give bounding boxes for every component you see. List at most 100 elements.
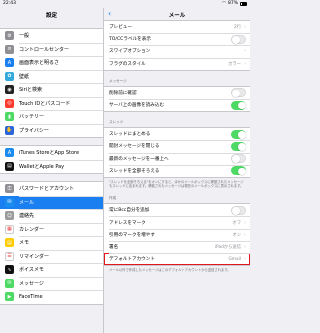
sidebar-item-label: プライバシー	[19, 127, 49, 134]
settings-row[interactable]: サーバ上の画像を読み込む	[104, 98, 250, 111]
voicememo-icon: ∿	[5, 265, 14, 275]
sidebar-item-label: リマインダー	[19, 253, 50, 260]
sidebar-item-label: メッセージ	[19, 280, 44, 287]
settings-row[interactable]: 開封メッセージを閉じる	[104, 140, 250, 152]
row-label: TO/CCラベルを表示	[109, 37, 151, 43]
siri-icon: ◉	[5, 85, 14, 95]
section-header-messages: メッセージ	[109, 78, 127, 83]
sidebar-item[interactable]: ◉ Siriと検索	[0, 83, 103, 97]
fingerprint-icon: ◎	[5, 98, 14, 108]
row-label: 引用のマークを増やす	[109, 232, 155, 238]
sidebar-item[interactable]: ▶ FaceTime	[0, 290, 103, 304]
sidebar-item[interactable]: ☺ 連絡先	[0, 209, 103, 223]
chevron-right-icon: ›	[244, 48, 246, 55]
settings-row[interactable]: TO/CCラベルを表示	[104, 33, 250, 45]
toggle-switch[interactable]	[231, 166, 246, 176]
row-label: スレッドを全部そろえる	[109, 168, 160, 174]
sidebar-item[interactable]: AiTunes StoreとApp Store	[0, 146, 103, 160]
chevron-right-icon: ›	[244, 231, 246, 238]
sidebar-item[interactable]: ▤ WalletとApple Pay	[0, 159, 103, 174]
sidebar-item[interactable]: ≡ コントロールセンター	[0, 42, 103, 57]
sidebar-item-label: コントロールセンター	[19, 46, 70, 53]
battery-percent: 87%	[227, 1, 238, 6]
sidebar-item-label: 壁紙	[19, 73, 30, 80]
settings-row[interactable]: 削除前に確認	[104, 87, 250, 99]
row-label: スレッドにまとめる	[109, 132, 151, 138]
sidebar-item-label: ボイスメモ	[19, 267, 44, 274]
sidebar-item[interactable]: ✉ メール	[0, 195, 103, 209]
sidebar-groups: ⚙ 一般 ≡ コントロールセンター A 画面表示と明るさ ✿ 壁紙 ◉ Siriと検索 ◎ Touch…	[0, 28, 103, 305]
sidebar-title: 設定	[45, 13, 57, 19]
settings-row[interactable]: 署名 iPadから送信 ›	[104, 240, 250, 253]
sidebar-item-label: 連絡先	[19, 213, 35, 220]
aa-icon: A	[5, 58, 14, 68]
section-header-threads: スレッド	[109, 120, 124, 125]
contacts-icon: ☺	[5, 211, 14, 221]
sidebar-item[interactable]: A 画面表示と明るさ	[0, 56, 103, 70]
settings-row[interactable]: フラグのスタイル カラー ›	[104, 57, 250, 70]
sidebar-item[interactable]: ▤ メモ	[0, 236, 103, 250]
sidebar-item[interactable]: ⚙ 一般	[0, 29, 103, 43]
toggle-switch[interactable]	[231, 100, 246, 110]
sidebar-item[interactable]: ▦ カレンダー	[0, 222, 103, 237]
group-view: プレビュー 2行 › TO/CCラベルを表示 スワイプオプション › フラグのスタイル カラー…	[104, 20, 250, 71]
settings-row[interactable]: 引用のマークを増やす オン ›	[104, 228, 250, 241]
gear-icon: ⚙	[5, 31, 14, 41]
row-value: iPadから送信	[214, 244, 241, 250]
toggle-switch[interactable]	[231, 34, 246, 44]
sidebar-item-label: カレンダー	[19, 226, 45, 233]
mail-settings-pane: ‹ メール プレビュー 2行 › TO/CCラベルを表示 スワイプオプション › フラグのス…	[104, 8, 250, 333]
settings-row[interactable]: 常にBcc自分を追加	[104, 204, 250, 216]
toggle-switch[interactable]	[231, 88, 246, 98]
toggle-switch[interactable]	[231, 205, 246, 215]
row-label: 最新のメッセージを一番上へ	[109, 156, 169, 162]
row-label: 署名	[109, 244, 119, 250]
settings-row[interactable]: スレッドにまとめる	[104, 128, 250, 140]
row-label: 常にBcc自分を追加	[109, 208, 150, 214]
settings-sidebar: 設定 ⚙ 一般 ≡ コントロールセンター A 画面表示と明るさ ✿ 壁紙 ◉ Siriと検索 ◎ To…	[0, 8, 104, 333]
wifi-icon: ◠	[222, 1, 226, 6]
toggle-switch[interactable]	[231, 141, 246, 151]
settings-row[interactable]: 最新のメッセージを一番上へ	[104, 152, 250, 165]
sidebar-group: ⚙ 一般 ≡ コントロールセンター A 画面表示と明るさ ✿ 壁紙 ◉ Siriと検索 ◎ Touch…	[0, 28, 103, 138]
default-account-row[interactable]: デフォルトアカウント Gmail ›	[104, 253, 250, 266]
section-header-compose: 作成	[109, 196, 117, 201]
sidebar-item-label: メール	[19, 199, 35, 206]
sidebar-item[interactable]: ✿ 壁紙	[0, 69, 103, 84]
sidebar-item[interactable]: ∿ ボイスメモ	[0, 263, 103, 277]
settings-row[interactable]: プレビュー 2行 ›	[104, 21, 250, 33]
settings-row[interactable]: スレッドを全部そろえる	[104, 164, 250, 177]
chevron-right-icon: ›	[244, 60, 246, 67]
sidebar-item-label: Siriと検索	[19, 87, 43, 94]
sidebar-item[interactable]: ◎ Touch IDとパスコード	[0, 96, 103, 111]
toggle-switch[interactable]	[231, 129, 246, 139]
row-label: フラグのスタイル	[109, 61, 146, 67]
row-value: Gmail	[228, 256, 241, 262]
sidebar-item-label: パスワードとアカウント	[19, 186, 75, 193]
row-value: カラー	[228, 61, 241, 67]
reminders-icon: ☰	[5, 251, 14, 261]
chevron-right-icon: ›	[244, 219, 246, 226]
sidebar-item[interactable]: ✋ プライバシー	[0, 123, 103, 138]
calendar-icon: ▦	[5, 224, 14, 234]
pane-title: メール	[168, 13, 186, 19]
sidebar-item[interactable]: ⚿ パスワードとアカウント	[0, 182, 103, 196]
row-label: 削除前に確認	[109, 90, 137, 96]
sidebar-item[interactable]: ▮ バッテリー	[0, 110, 103, 124]
compose-footer: メール以外で作成したメッセージはこのデフォルトアカウントから送信されます。	[109, 268, 231, 273]
pane-header: ‹ メール	[104, 8, 250, 20]
status-bar: 22:43 ◠ 87%	[0, 0, 250, 8]
wallet-icon: ▤	[5, 161, 14, 171]
chevron-right-icon: ›	[244, 243, 246, 250]
sidebar-item[interactable]: ✉ メッセージ	[0, 276, 103, 291]
toggle-switch[interactable]	[231, 154, 246, 164]
sidebar-item[interactable]: ☰ リマインダー	[0, 249, 103, 264]
settings-row[interactable]: スワイプオプション ›	[104, 45, 250, 57]
row-label: 開封メッセージを閉じる	[109, 144, 160, 150]
sidebar-item-label: Touch IDとパスコード	[19, 100, 71, 107]
row-label: スワイプオプション	[109, 49, 151, 55]
sidebar-item-label: WalletとApple Pay	[19, 163, 65, 170]
settings-row[interactable]: アドレスをマーク オフ ›	[104, 216, 250, 228]
sidebar-item-label: メモ	[19, 240, 30, 247]
row-label: プレビュー	[109, 25, 132, 31]
